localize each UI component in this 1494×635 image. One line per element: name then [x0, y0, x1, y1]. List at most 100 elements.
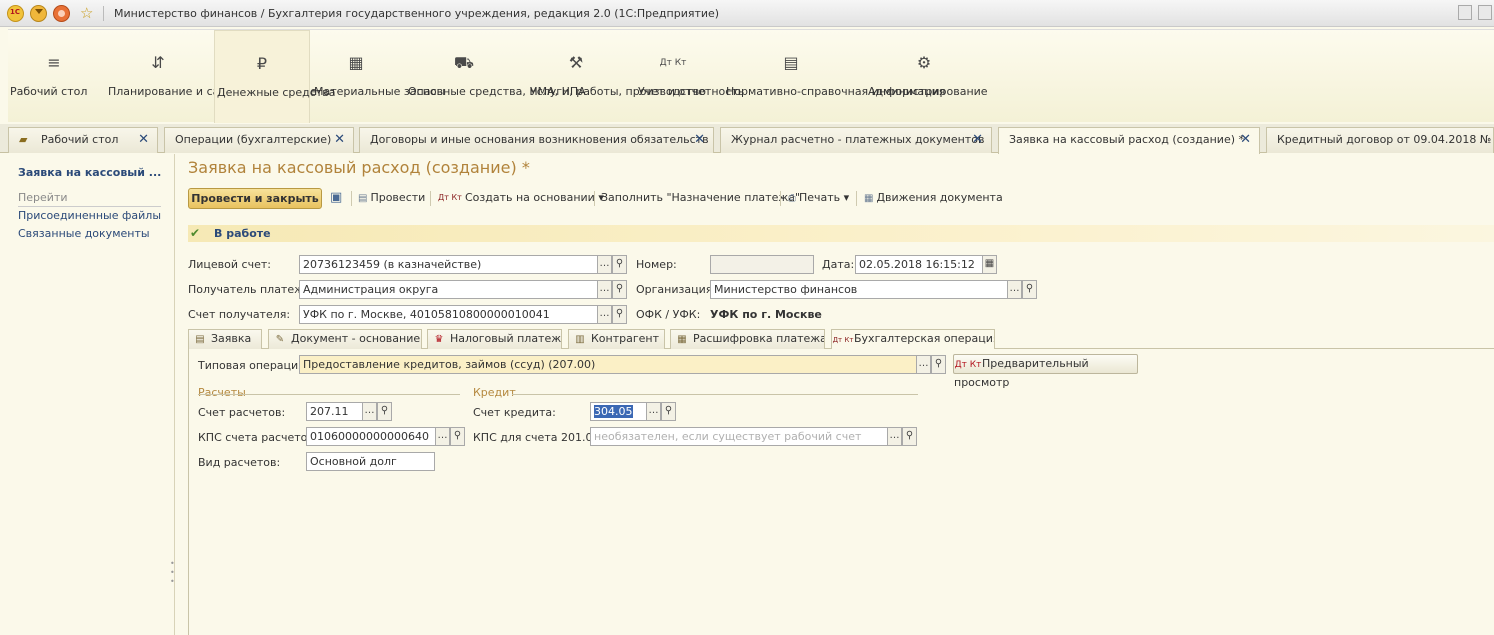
select-button[interactable]: …: [435, 427, 450, 446]
section-assets[interactable]: ⛟ Основные средства, НМА, НПА: [406, 30, 586, 123]
section-materials[interactable]: ▦ Материальные запасы: [312, 30, 445, 123]
close-icon[interactable]: ✕: [1240, 128, 1251, 152]
number-field[interactable]: [710, 255, 814, 274]
typical-operation-field[interactable]: Предоставление кредитов, займов (ссуд) (…: [299, 355, 917, 374]
page-title: Заявка на кассовый расход (создание) *: [188, 158, 530, 177]
post-and-close-button[interactable]: Провести и закрыть: [188, 188, 322, 209]
select-button[interactable]: …: [597, 255, 612, 274]
status-check-icon: ✔: [190, 226, 201, 240]
favorites-star-icon[interactable]: ☆: [80, 4, 93, 22]
calendar-icon[interactable]: ▦: [982, 255, 997, 274]
search-icon[interactable]: ⚲: [377, 402, 392, 421]
search-icon[interactable]: ⚲: [931, 355, 946, 374]
settlements-group-header: Расчеты: [198, 386, 246, 399]
print-button[interactable]: ⎙ Печать ▾: [788, 188, 849, 209]
status-badge[interactable]: В работе: [214, 227, 271, 240]
settlement-account-field[interactable]: 207.11: [306, 402, 363, 421]
section-planning[interactable]: ⇵ Планирование и санкционирование: [106, 30, 317, 123]
search-icon[interactable]: ⚲: [1022, 280, 1037, 299]
section-accounting[interactable]: Дт Кт Учет и отчетность: [636, 30, 744, 123]
fill-payment-purpose-button[interactable]: Заполнить "Назначение платежа": [601, 188, 800, 209]
section-reference[interactable]: ▤ Нормативно-справочная информация: [724, 30, 945, 123]
tab-accounting-operation[interactable]: Дт КтБухгалтерская операция: [831, 329, 995, 350]
tab-counterparty[interactable]: ▥ Контрагент: [568, 329, 665, 349]
post-button-label: Провести: [370, 191, 426, 204]
document-movements-button[interactable]: ▦ Движения документа: [864, 188, 1003, 209]
main-menu-button[interactable]: [30, 5, 47, 22]
planning-icon: ⇵: [151, 53, 165, 72]
search-icon[interactable]: ⚲: [902, 427, 917, 446]
tab-credit-contract[interactable]: Кредитный договор от 09.04.2018 № 4857 (: [1266, 127, 1494, 153]
section-admin[interactable]: ⚙ Администрирование: [866, 30, 988, 123]
select-button[interactable]: …: [646, 402, 661, 421]
create-based-on-button[interactable]: Создать на основании ▾: [465, 188, 604, 209]
tab-label: Заявка: [211, 332, 252, 345]
close-icon[interactable]: ✕: [334, 128, 345, 152]
ofk-value: УФК по г. Москве: [710, 308, 822, 321]
search-icon[interactable]: ⚲: [612, 255, 627, 274]
section-desktop[interactable]: ≡ Рабочий стол: [8, 30, 100, 123]
tab-contracts[interactable]: Договоры и иные основания возникновения …: [359, 127, 714, 153]
tab-payment-journal[interactable]: Журнал расчетно - платежных документов ✕: [720, 127, 992, 153]
gear-icon: ⚙: [916, 53, 932, 72]
select-button[interactable]: …: [887, 427, 902, 446]
section-services[interactable]: ⚒ Услуги, работы, производство: [528, 30, 706, 123]
section-money[interactable]: ₽ Денежные средства: [214, 30, 335, 123]
organization-field[interactable]: Министерство финансов: [710, 280, 1008, 299]
nav-link-attached-files[interactable]: Присоединенные файлы: [18, 209, 161, 222]
create-based-on-label: Создать на основании: [465, 191, 595, 204]
select-button[interactable]: …: [1007, 280, 1022, 299]
ofk-label: ОФК / УФК:: [636, 308, 701, 321]
close-icon[interactable]: ✕: [694, 128, 705, 152]
settlement-type-label: Вид расчетов:: [198, 456, 281, 469]
debit-credit-icon: Дт Кт: [659, 58, 687, 68]
search-icon[interactable]: ⚲: [612, 305, 627, 324]
pane-resize-grip[interactable]: • • •: [170, 559, 175, 586]
tab-request[interactable]: ▤ Заявка: [188, 329, 262, 349]
date-field[interactable]: 02.05.2018 16:15:12: [855, 255, 983, 274]
search-icon[interactable]: ⚲: [612, 280, 627, 299]
save-icon[interactable]: ▣: [330, 188, 346, 209]
close-icon[interactable]: ✕: [972, 128, 983, 152]
search-icon[interactable]: ⚲: [450, 427, 465, 446]
open-windows-tabbar: ▰ Рабочий стол ✕ Операции (бухгалтерские)…: [0, 124, 1494, 154]
maximize-window-button[interactable]: [1478, 5, 1492, 20]
search-icon[interactable]: ⚲: [661, 402, 676, 421]
nav-link-related-docs[interactable]: Связанные документы: [18, 227, 150, 240]
settlement-type-field[interactable]: Основной долг: [306, 452, 435, 471]
close-window-button[interactable]: [53, 5, 70, 22]
recipient-account-label: Счет получателя:: [188, 308, 291, 321]
tab-desktop[interactable]: ▰ Рабочий стол ✕: [8, 127, 158, 153]
app-logo-icon[interactable]: 1С: [7, 5, 24, 22]
section-label: Администрирование: [868, 85, 988, 98]
personal-account-field[interactable]: 20736123459 (в казначействе): [299, 255, 598, 274]
tab-operations[interactable]: Операции (бухгалтерские) ✕: [164, 127, 354, 153]
tab-payment-breakdown[interactable]: ▦ Расшифровка платежа: [670, 329, 825, 349]
toolbar-separator: [780, 191, 781, 206]
pencil-document-icon: ✎: [275, 334, 285, 345]
preview-button[interactable]: Дт КтПредварительный просмотр: [953, 354, 1138, 389]
post-button[interactable]: ▤ Провести: [358, 188, 425, 209]
tab-cash-request[interactable]: Заявка на кассовый расход (создание) * ✕: [998, 127, 1260, 154]
table-icon: ▦: [677, 334, 687, 345]
close-icon[interactable]: ✕: [138, 128, 149, 152]
tab-tax-payment[interactable]: ♛ Налоговый платеж: [427, 329, 562, 349]
select-button[interactable]: …: [597, 305, 612, 324]
nav-doc-title[interactable]: Заявка на кассовый ...: [18, 166, 161, 179]
credit-account-field[interactable]: 304.05: [590, 402, 647, 421]
recipient-account-field[interactable]: УФК по г. Москве, 40105810800000010041: [299, 305, 598, 324]
selected-text: 304.05: [594, 405, 633, 418]
operation-label: Типовая операция:: [198, 359, 309, 372]
kps-settlement-field[interactable]: 01060000000000640: [306, 427, 436, 446]
select-button[interactable]: …: [916, 355, 931, 374]
kps-201-field[interactable]: необязателен, если существует рабочий сч…: [590, 427, 888, 446]
tab-basis-document[interactable]: ✎ Документ - основание: [268, 329, 422, 349]
recipient-field[interactable]: Администрация округа: [299, 280, 598, 299]
debit-credit-icon[interactable]: Дт Кт: [438, 188, 462, 209]
toolbar-separator: [856, 191, 857, 206]
kps-201-label: КПС для счета 201.00:: [473, 431, 604, 444]
select-button[interactable]: …: [597, 280, 612, 299]
titlebar-separator: [103, 6, 104, 21]
minimize-window-button[interactable]: [1458, 5, 1472, 20]
select-button[interactable]: …: [362, 402, 377, 421]
